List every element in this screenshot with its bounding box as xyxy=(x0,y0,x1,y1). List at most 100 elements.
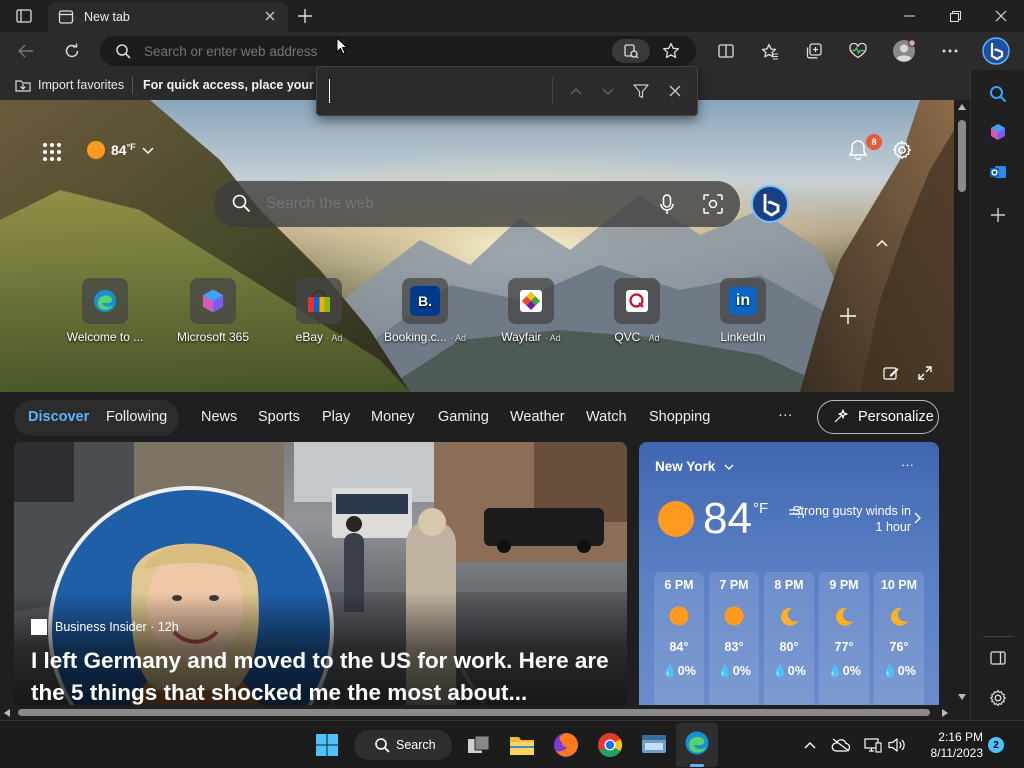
restore-icon[interactable] xyxy=(940,4,970,28)
sidebar-microsoft365-icon[interactable] xyxy=(986,120,1010,144)
microphone-icon[interactable] xyxy=(660,194,674,215)
taskbar-search-button[interactable]: Search xyxy=(354,730,452,760)
firefox-icon[interactable] xyxy=(551,730,581,760)
tab-actions-icon[interactable] xyxy=(10,6,38,26)
tab-discover[interactable]: Discover xyxy=(28,409,89,425)
app-available-icon[interactable] xyxy=(612,39,650,63)
sidebar-outlook-icon[interactable] xyxy=(986,160,1010,184)
import-favorites-button[interactable]: Import favorites xyxy=(38,78,124,92)
find-next-chevron-down-icon[interactable] xyxy=(599,82,617,100)
split-screen-icon[interactable] xyxy=(714,40,738,62)
chevron-right-icon[interactable] xyxy=(914,512,921,524)
tab-following[interactable]: Following xyxy=(106,409,167,425)
web-search-input[interactable] xyxy=(266,193,626,215)
hour-precip: 💧0% xyxy=(709,664,759,679)
add-shortcut-plus-icon[interactable] xyxy=(836,304,860,328)
sidebar-settings-gear-icon[interactable] xyxy=(986,686,1010,710)
ad-label: · Ad xyxy=(643,333,660,343)
tab-news[interactable]: News xyxy=(201,409,237,425)
more-menu-icon[interactable] xyxy=(938,40,962,62)
clock-date: 8/11/2023 xyxy=(930,746,984,760)
taskbar-clock[interactable]: 2:16 PM 8/11/2023 xyxy=(917,729,984,761)
windows-sandbox-icon[interactable] xyxy=(639,730,669,760)
quick-link[interactable]: Welcome to ... xyxy=(60,278,150,344)
minimize-icon[interactable] xyxy=(894,4,924,28)
quick-link[interactable]: B. Booking.c... · Ad xyxy=(380,278,470,344)
back-arrow-icon[interactable] xyxy=(14,40,38,62)
article-headline[interactable]: I left Germany and moved to the US for w… xyxy=(31,645,616,705)
app-launcher-grid-icon[interactable] xyxy=(40,140,64,164)
find-close-icon[interactable] xyxy=(665,81,685,101)
tab-weather[interactable]: Weather xyxy=(510,409,565,425)
profile-avatar[interactable] xyxy=(890,38,918,64)
taskbar-edge-button[interactable] xyxy=(676,723,718,767)
sun-icon xyxy=(86,140,106,160)
weather-pill[interactable]: 84 °F xyxy=(86,140,154,160)
precip-value: 0% xyxy=(842,664,861,678)
close-window-icon[interactable] xyxy=(986,4,1016,28)
quick-link[interactable]: eBay · Ad xyxy=(274,278,364,344)
find-previous-chevron-up-icon[interactable] xyxy=(567,82,585,100)
refresh-icon[interactable] xyxy=(60,40,84,62)
tab-money[interactable]: Money xyxy=(371,409,415,425)
collections-icon[interactable] xyxy=(802,40,826,62)
quick-link[interactable]: Wayfair · Ad xyxy=(486,278,576,344)
show-hidden-icons-chevron-up-icon[interactable] xyxy=(800,735,820,755)
tab-sports[interactable]: Sports xyxy=(258,409,300,425)
windows-start-icon[interactable] xyxy=(312,730,342,760)
tab-watch[interactable]: Watch xyxy=(586,409,627,425)
volume-icon[interactable] xyxy=(886,735,908,755)
hour-precip: 💧0% xyxy=(874,664,924,679)
favorites-icon[interactable] xyxy=(758,40,782,62)
onedrive-cloud-icon[interactable] xyxy=(830,735,852,755)
visual-search-icon[interactable] xyxy=(703,194,723,214)
network-icon[interactable] xyxy=(862,735,884,755)
address-bar[interactable] xyxy=(100,36,696,66)
edit-background-icon[interactable] xyxy=(880,362,902,384)
hide-sidebar-icon[interactable] xyxy=(986,646,1010,670)
bing-chat-button-icon[interactable] xyxy=(750,184,790,224)
file-explorer-icon[interactable] xyxy=(507,730,537,760)
web-search-box[interactable] xyxy=(214,181,740,227)
horizontal-scrollbar[interactable] xyxy=(0,705,954,720)
featured-article-card[interactable]: Business Insider · 12h I left Germany an… xyxy=(14,442,627,705)
weather-alert[interactable]: Strong gusty winds in 1 hour xyxy=(789,503,911,535)
favorite-star-icon[interactable] xyxy=(662,42,680,60)
weather-card[interactable]: New York ··· 84 °F Strong gusty winds in… xyxy=(639,442,939,705)
quick-link[interactable]: in LinkedIn xyxy=(698,278,788,344)
notifications-bell-icon[interactable]: 8 xyxy=(846,134,882,162)
page-settings-gear-icon[interactable] xyxy=(890,138,914,162)
expand-icon[interactable] xyxy=(914,362,936,384)
notification-center-badge[interactable]: 2 xyxy=(988,737,1004,753)
new-tab-plus-icon[interactable] xyxy=(294,5,316,27)
chrome-icon[interactable] xyxy=(595,730,625,760)
tab-shopping[interactable]: Shopping xyxy=(649,409,710,425)
scroll-right-arrow-icon[interactable] xyxy=(942,709,948,717)
horizontal-scroll-thumb[interactable] xyxy=(18,709,930,716)
scroll-up-arrow-icon[interactable] xyxy=(958,104,966,110)
vertical-scroll-thumb[interactable] xyxy=(958,120,966,192)
browser-essentials-icon[interactable] xyxy=(846,40,870,62)
quick-link[interactable]: QVC · Ad xyxy=(592,278,682,344)
more-tabs-button[interactable]: ··· xyxy=(778,407,793,423)
tab-play[interactable]: Play xyxy=(322,409,350,425)
scroll-left-arrow-icon[interactable] xyxy=(4,709,10,717)
collapse-chevron-up-icon[interactable] xyxy=(876,240,888,247)
sidebar-search-icon[interactable] xyxy=(986,82,1010,106)
weather-location-selector[interactable]: New York xyxy=(655,459,734,474)
find-input[interactable] xyxy=(329,79,549,103)
task-view-icon[interactable] xyxy=(464,730,494,760)
bing-chat-icon[interactable] xyxy=(980,34,1012,68)
close-tab-icon[interactable] xyxy=(264,10,276,22)
precip-value: 0% xyxy=(897,664,916,678)
sidebar-add-icon[interactable] xyxy=(986,203,1010,227)
hour-temp: 76° xyxy=(889,640,909,654)
vertical-scrollbar[interactable] xyxy=(954,100,970,705)
personalize-button[interactable]: Personalize xyxy=(817,400,939,434)
tab-new-tab[interactable]: New tab xyxy=(48,2,288,32)
tab-gaming[interactable]: Gaming xyxy=(438,409,489,425)
scroll-down-arrow-icon[interactable] xyxy=(958,694,966,700)
weather-more-options-icon[interactable]: ··· xyxy=(901,457,914,472)
find-filter-icon[interactable] xyxy=(631,81,651,101)
quick-link[interactable]: Microsoft 365 xyxy=(168,278,258,344)
